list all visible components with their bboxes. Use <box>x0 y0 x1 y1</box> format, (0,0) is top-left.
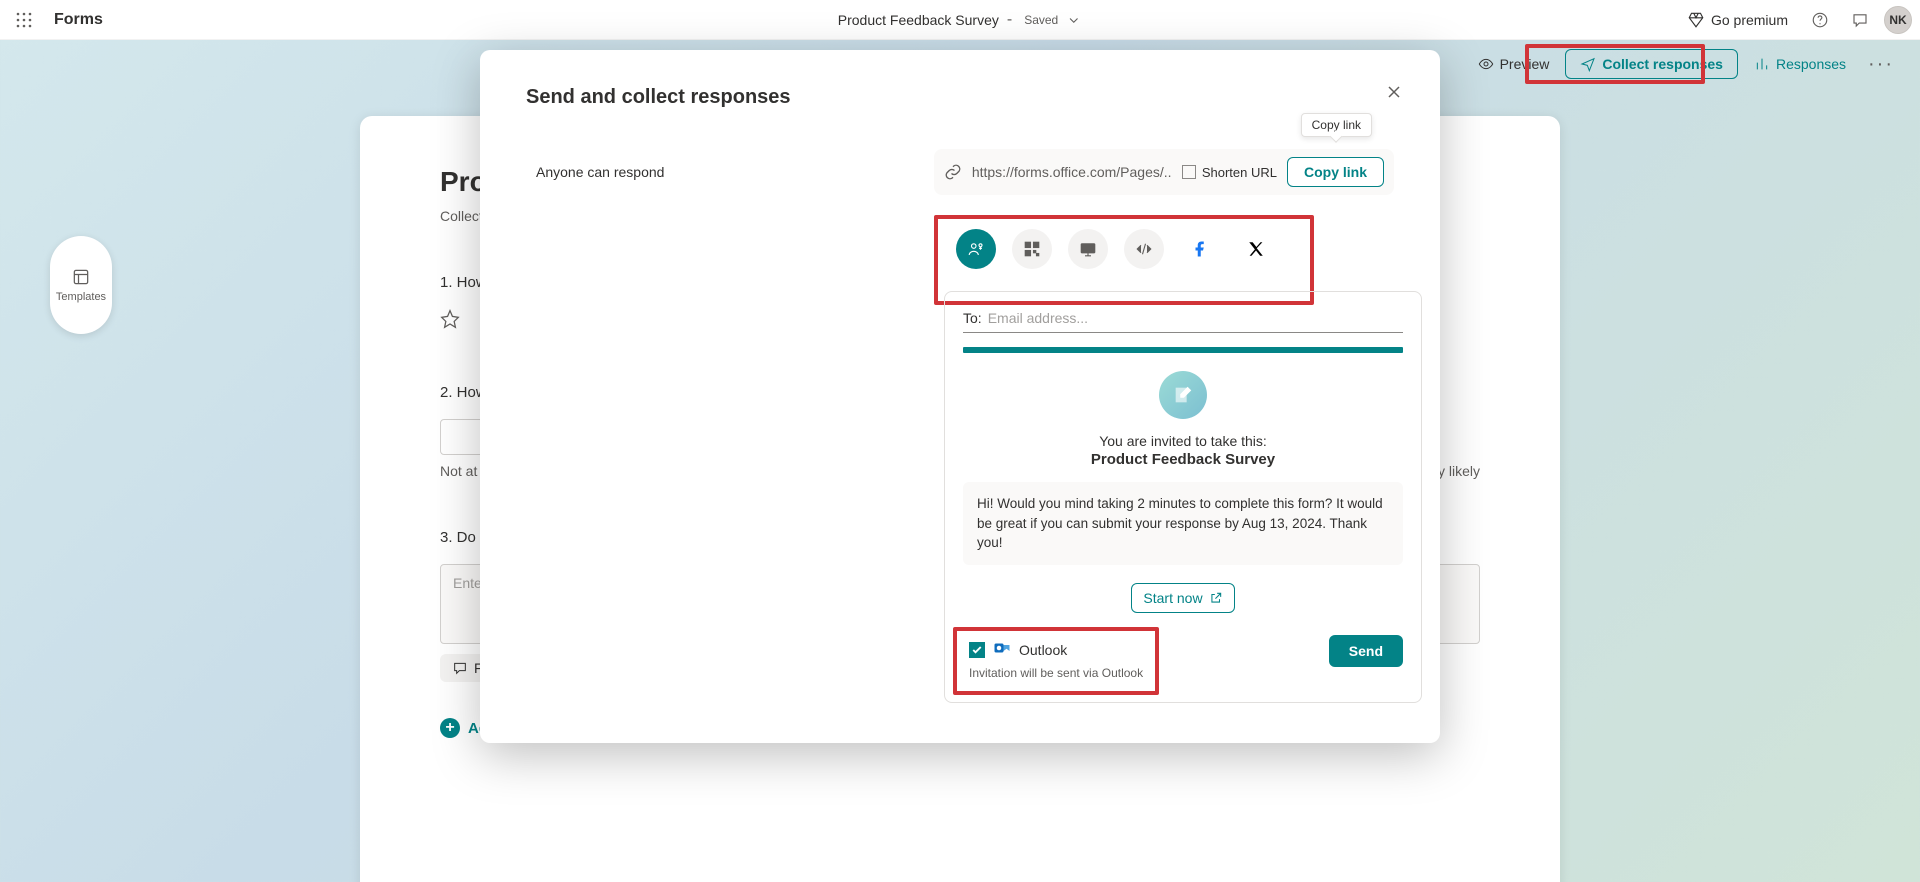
share-x-icon[interactable] <box>1236 229 1276 269</box>
email-invite-panel: To: Email address... You are invited to … <box>944 291 1422 703</box>
chat-icon[interactable] <box>1844 4 1876 36</box>
start-now-label: Start now <box>1143 590 1202 606</box>
checkbox-icon <box>1182 165 1196 179</box>
email-to-label: To: <box>963 310 982 326</box>
app-launcher-icon[interactable] <box>8 4 40 36</box>
outlook-checkbox[interactable] <box>969 642 985 658</box>
email-invite-line: You are invited to take this: <box>963 433 1403 449</box>
audience-dropdown[interactable]: Anyone can respond <box>526 160 674 184</box>
nps-high-label: y likely <box>1438 463 1480 479</box>
avatar[interactable]: NK <box>1884 6 1912 34</box>
save-status-chevron-icon[interactable] <box>1066 12 1082 28</box>
email-to-field[interactable]: To: Email address... <box>963 310 1403 333</box>
send-collect-modal: Send and collect responses Anyone can re… <box>480 50 1440 743</box>
nps-low-label: Not at <box>440 463 477 479</box>
shorten-url-checkbox[interactable]: Shorten URL <box>1182 165 1277 180</box>
preview-label: Preview <box>1500 56 1550 72</box>
share-qr-icon[interactable] <box>1012 229 1052 269</box>
send-button[interactable]: Send <box>1329 635 1403 667</box>
share-embed-icon[interactable] <box>1124 229 1164 269</box>
responses-button[interactable]: Responses <box>1742 50 1858 78</box>
outlook-option[interactable]: Outlook Invitation will be sent via Outl… <box>963 635 1149 684</box>
email-message-body[interactable]: Hi! Would you mind taking 2 minutes to c… <box>963 482 1403 565</box>
outlook-icon <box>993 639 1011 662</box>
share-link-box: Copy link https://forms.office.com/Pages… <box>934 149 1394 195</box>
preview-button[interactable]: Preview <box>1466 50 1562 78</box>
start-now-button[interactable]: Start now <box>1131 583 1235 613</box>
link-icon <box>944 163 962 181</box>
email-accent-bar <box>963 347 1403 353</box>
external-link-icon <box>1209 591 1223 605</box>
modal-title: Send and collect responses <box>526 86 1394 109</box>
responses-label: Responses <box>1776 56 1846 72</box>
share-present-icon[interactable] <box>1068 229 1108 269</box>
shorten-url-label: Shorten URL <box>1202 165 1277 180</box>
email-to-placeholder: Email address... <box>988 310 1088 326</box>
go-premium-button[interactable]: Go premium <box>1679 7 1796 33</box>
outlook-label: Outlook <box>1019 642 1067 658</box>
collect-responses-button[interactable]: Collect responses <box>1565 49 1738 79</box>
more-button[interactable]: ··· <box>1862 47 1900 82</box>
templates-label: Templates <box>56 291 106 303</box>
go-premium-label: Go premium <box>1711 12 1788 28</box>
form-title[interactable]: Product Feedback Survey <box>838 12 999 28</box>
email-form-icon <box>1159 371 1207 419</box>
app-name[interactable]: Forms <box>54 11 103 29</box>
outlook-sublabel: Invitation will be sent via Outlook <box>969 666 1143 680</box>
share-method-row <box>944 221 1324 277</box>
copy-link-tooltip: Copy link <box>1301 113 1372 137</box>
collect-responses-label: Collect responses <box>1602 56 1723 72</box>
help-icon[interactable] <box>1804 4 1836 36</box>
copy-link-button[interactable]: Copy link <box>1287 157 1384 187</box>
templates-button[interactable]: Templates <box>50 236 112 334</box>
share-invite-icon[interactable] <box>956 229 996 269</box>
email-invite-title: Product Feedback Survey <box>963 451 1403 468</box>
save-status: Saved <box>1024 13 1058 27</box>
plus-icon: + <box>440 718 460 738</box>
share-link-url[interactable]: https://forms.office.com/Pages/... <box>972 164 1172 180</box>
app-header: Forms Product Feedback Survey - Saved Go… <box>0 0 1920 40</box>
share-facebook-icon[interactable] <box>1180 229 1220 269</box>
close-button[interactable] <box>1378 76 1410 108</box>
